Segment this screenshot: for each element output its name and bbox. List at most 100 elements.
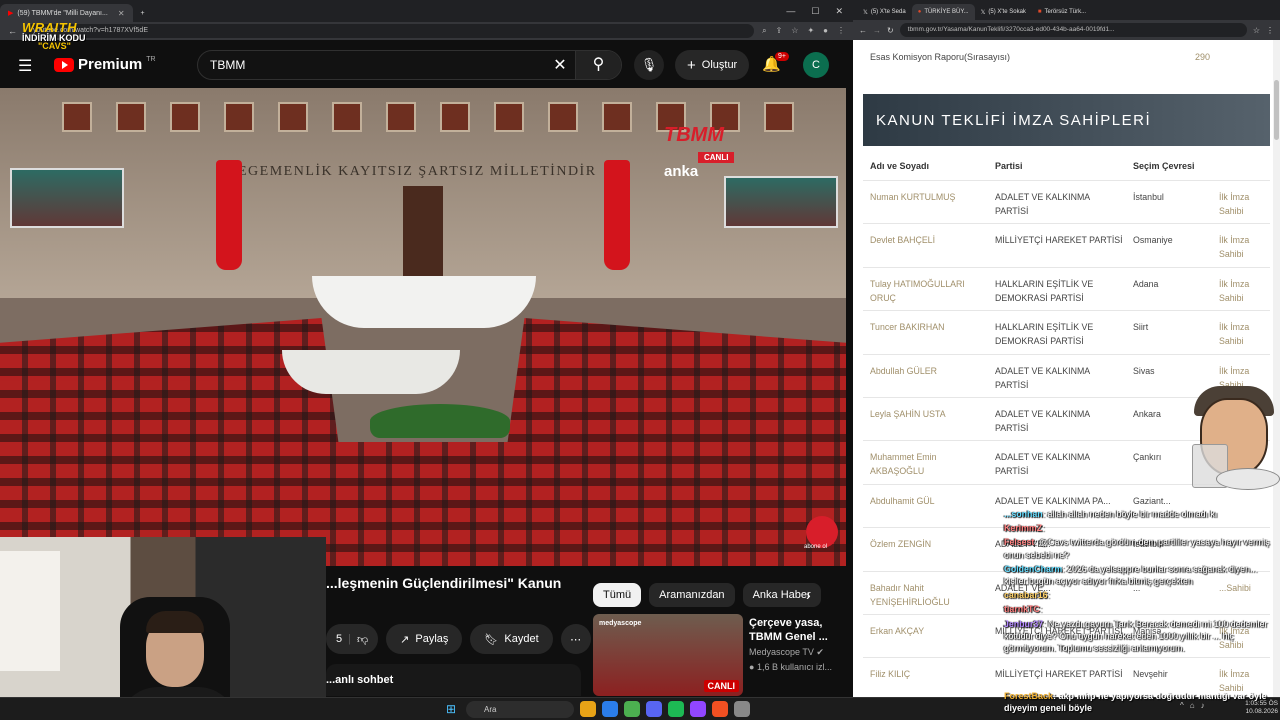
signatory-name[interactable]: Tuncer BAKIRHAN (870, 320, 988, 334)
share-label: Paylaş (415, 633, 449, 645)
chat-user: canabar16 (1004, 590, 1048, 601)
wall-window (278, 102, 308, 132)
anka-logo: anka (664, 163, 699, 180)
like-button[interactable]: 5 | 👎︎ (326, 624, 379, 654)
obs-icon[interactable] (712, 701, 728, 717)
recommended-video-thumbnail[interactable]: medyascope CANLI (593, 614, 743, 696)
save-button[interactable]: 🔖︎ Kaydet (470, 624, 553, 654)
chat-user: ...sonhan (1004, 509, 1043, 519)
share-button[interactable]: ↗ Paylaş (386, 624, 463, 654)
recommended-channel-name[interactable]: Medyascope TV ✔ (749, 647, 824, 658)
forward-icon[interactable]: → (873, 26, 881, 35)
signatory-district: Osmaniye (1133, 235, 1173, 246)
chat-text: : allah allah neden böyle bir madde olma… (1042, 509, 1218, 519)
profile-icon[interactable]: ● (823, 26, 828, 36)
close-window-icon[interactable]: ✕ (835, 6, 843, 17)
create-button[interactable]: + Oluştur (675, 50, 750, 80)
chat-text: : (1039, 604, 1043, 615)
windows-start-icon[interactable]: ⊞ (446, 702, 460, 716)
voice-search-icon[interactable]: 🎙 (634, 50, 664, 80)
browser-menu-icon[interactable]: ⋮ (837, 26, 845, 36)
left-display-screen (10, 168, 124, 228)
spotify-icon[interactable] (668, 701, 684, 717)
stream-chat-overlay: ...sonhan: allah allah neden böyle bir m… (1004, 508, 1280, 656)
address-bar-icons: ⌕ ⇪ ☆ ✦ ● ⋮ (762, 26, 845, 36)
signatory-name[interactable]: Devlet BAHÇELİ (870, 233, 988, 247)
back-icon[interactable]: ← (8, 26, 17, 36)
url-field[interactable]: tbmm.gov.tr/Yasama/KanunTeklifi/3270cca3… (899, 23, 1247, 37)
live-chat-header[interactable]: ...anlı sohbet (326, 664, 581, 696)
chip-all[interactable]: Tümü (593, 583, 642, 607)
hamburger-menu-icon[interactable]: ☰ (18, 56, 32, 76)
signatory-name[interactable]: Muhammet Emin AKBAŞOĞLU (870, 450, 988, 478)
video-player[interactable]: EGEMENLİK KAYITSIZ ŞARTSIZ MİLLETİNDİR T… (0, 88, 846, 566)
browser-menu-icon[interactable]: ⋮ (1266, 26, 1274, 35)
maximize-icon[interactable]: ☐ (811, 6, 819, 17)
bookmark-star-icon[interactable]: ☆ (1253, 26, 1260, 35)
signatory-name[interactable]: Tulay HATIMOĞULLARI ORUÇ (870, 277, 988, 305)
channel-name: Medyascope TV (749, 647, 814, 657)
subscribe-watermark: abone ol (804, 544, 828, 550)
search-button[interactable]: ⚲ (575, 51, 621, 79)
left-browser-window: ▶ (59) TBMM'de "Milli Dayanı... ✕ + — ☐ … (0, 0, 853, 720)
youtube-logo[interactable]: Premium TR (54, 56, 156, 73)
edge-icon[interactable] (602, 701, 618, 717)
reload-icon[interactable]: ↻ (887, 26, 894, 35)
minimize-icon[interactable]: — (786, 6, 795, 17)
discord-icon[interactable] (646, 701, 662, 717)
signatory-role: İlk İmza Sahibi (1219, 322, 1250, 347)
signatory-name[interactable]: Abdulhamit GÜL (870, 494, 988, 508)
recommended-video-title[interactable]: Çerçeve yasa, TBMM Genel ... (749, 616, 839, 644)
share-icon[interactable]: ⇪ (776, 26, 783, 36)
live-indicator: CANLI (698, 152, 735, 163)
tab-x-seda[interactable]: 𝕏 (5) X'te Seda (857, 4, 912, 20)
search-box: ✕ ⚲ (197, 50, 622, 80)
tab-tbmm[interactable]: ● TÜRKİYE BÜY... (911, 4, 975, 20)
signatory-name[interactable]: Filiz KILIÇ (870, 667, 988, 681)
dislike-icon[interactable]: 👎︎ (357, 633, 368, 646)
file-explorer-icon[interactable] (580, 701, 596, 717)
signatory-name[interactable]: Özlem ZENGİN (870, 537, 988, 551)
signatory-name[interactable]: Erkan AKÇAY (870, 624, 988, 638)
clear-search-icon[interactable]: ✕ (545, 55, 575, 75)
tab-x-sokak[interactable]: 𝕏 (5) X'te Sokak (975, 4, 1032, 20)
avatar[interactable]: C (803, 52, 829, 78)
tab-label: Terörsüz Türk... (1044, 9, 1087, 15)
signatory-name[interactable]: Abdullah GÜLER (870, 364, 988, 378)
parliament-motto: EGEMENLİK KAYITSIZ ŞARTSIZ MİLLETİNDİR (238, 164, 597, 179)
chips-next-chevron-icon[interactable]: › (806, 583, 811, 607)
left-tab-bar: ▶ (59) TBMM'de "Milli Dayanı... ✕ + — ☐ … (0, 0, 853, 22)
chat-user: Felsest (1004, 537, 1035, 548)
scrollbar-thumb[interactable] (1274, 80, 1279, 140)
right-tab-bar: 𝕏 (5) X'te Seda ● TÜRKİYE BÜY... 𝕏 (5) X'te… (853, 0, 1280, 20)
extensions-icon[interactable]: ✦ (807, 26, 814, 36)
header-party: Partisi (995, 161, 1023, 171)
search-input[interactable] (198, 58, 545, 72)
right-address-bar: ← → ↻ tbmm.gov.tr/Yasama/KanunTeklifi/32… (853, 20, 1280, 40)
region-code: TR (146, 56, 156, 63)
url-field[interactable]: youtube.com/watch?v=h1787XVf5dE (25, 24, 755, 38)
new-tab-button[interactable]: + (133, 4, 153, 22)
signatory-name[interactable]: Leyla ŞAHİN USTA (870, 407, 988, 421)
sponsor-promo-overlay: WRAITH İNDİRİM KODU "CAVS" (22, 20, 122, 51)
chrome-icon[interactable] (624, 701, 640, 717)
youtube-play-icon (54, 57, 74, 72)
back-icon[interactable]: ← (859, 26, 867, 35)
twitch-icon[interactable] (690, 701, 706, 717)
tbmm-favicon-icon: ● (917, 9, 922, 15)
signatory-name[interactable]: Bahadır Nahit YENİŞEHİRLİOĞLU (870, 581, 988, 609)
signatory-name[interactable]: Numan KURTULMUŞ (870, 190, 988, 204)
zoom-icon[interactable]: ⌕ (762, 26, 766, 36)
chip-from-search[interactable]: Aramanızdan (649, 583, 735, 607)
tab-label: (5) X'te Seda (870, 9, 906, 15)
tab-terorsuz[interactable]: ■ Terörsüz Türk... (1032, 4, 1092, 20)
video-actions: 5 | 👎︎ ↗ Paylaş 🔖︎ Kaydet ⋯ (326, 624, 591, 654)
chat-text: : Ne yazdı gavurn Tarık Beracak demedi m… (1004, 618, 1268, 654)
floor-plants (370, 404, 510, 438)
chat-user: tiarnkTC (1004, 604, 1040, 615)
bookmark-star-icon[interactable]: ☆ (791, 26, 798, 36)
more-actions-icon[interactable]: ⋯ (560, 624, 591, 654)
app-icon[interactable] (734, 701, 750, 717)
taskbar-search[interactable]: Ara (466, 701, 574, 718)
tab-close-icon[interactable]: ✕ (118, 9, 125, 18)
